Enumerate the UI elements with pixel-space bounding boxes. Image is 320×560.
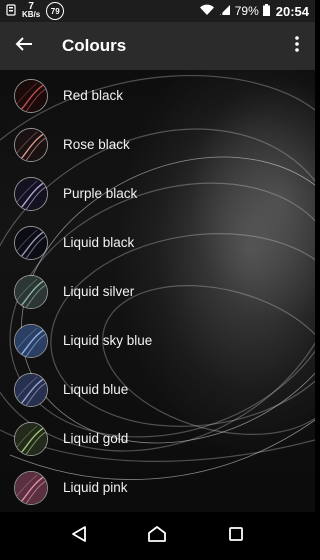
colour-label: Liquid gold <box>63 431 129 446</box>
usb-icon <box>6 3 16 19</box>
arrow-back-icon <box>15 36 33 57</box>
page-title: Colours <box>62 36 127 55</box>
colour-label: Liquid pink <box>63 480 128 495</box>
colour-swatch-liquid-silver <box>14 274 48 309</box>
nav-recents-button[interactable] <box>216 516 256 556</box>
network-speed-unit: KB/s <box>22 10 41 19</box>
colour-list: Red black Rose black Purple black Liquid… <box>0 71 315 512</box>
overflow-menu-button[interactable] <box>279 22 315 70</box>
battery-icon <box>262 3 270 19</box>
clock: 20:54 <box>275 3 309 19</box>
colour-item-liquid-sky-blue[interactable]: Liquid sky blue <box>0 316 315 365</box>
wifi-icon <box>199 4 215 19</box>
navigation-bar <box>0 512 315 560</box>
nav-home-button[interactable] <box>137 516 177 556</box>
colour-swatch-rose-black <box>14 127 48 162</box>
colour-item-liquid-pink[interactable]: Liquid pink <box>0 463 315 512</box>
more-vert-icon <box>295 35 299 57</box>
colour-item-rose-black[interactable]: Rose black <box>0 120 315 169</box>
colour-swatch-liquid-gold <box>14 421 48 456</box>
back-button[interactable] <box>0 22 48 70</box>
recents-icon <box>228 526 244 547</box>
colour-label: Red black <box>63 88 124 103</box>
colour-label: Liquid black <box>63 235 135 250</box>
nav-back-button[interactable] <box>59 516 99 556</box>
colour-swatch-liquid-black <box>14 225 48 260</box>
back-triangle-icon <box>71 525 87 548</box>
colour-swatch-red-black <box>14 78 48 113</box>
colour-swatch-purple-black <box>14 176 48 211</box>
colour-swatch-liquid-sky-blue <box>14 323 48 358</box>
colour-label: Purple black <box>63 186 138 201</box>
colour-label: Rose black <box>63 137 130 152</box>
app-bar: Colours <box>0 22 315 70</box>
colour-item-liquid-black[interactable]: Liquid black <box>0 218 315 267</box>
colour-item-purple-black[interactable]: Purple black <box>0 169 315 218</box>
colour-swatch-liquid-blue <box>14 372 48 407</box>
screen: 7 KB/s 79 79% 20:54 Colours Red black Ro… <box>0 0 315 560</box>
signal-icon <box>219 4 231 19</box>
colour-item-liquid-silver[interactable]: Liquid silver <box>0 267 315 316</box>
colour-item-liquid-gold[interactable]: Liquid gold <box>0 414 315 463</box>
colour-label: Liquid silver <box>63 284 135 299</box>
status-bar: 7 KB/s 79 79% 20:54 <box>0 0 315 22</box>
network-speed: 7 KB/s <box>22 2 41 19</box>
colour-label: Liquid blue <box>63 382 129 397</box>
home-icon <box>147 525 167 548</box>
colour-item-red-black[interactable]: Red black <box>0 71 315 120</box>
battery-percent: 79% <box>234 4 259 18</box>
notification-count: 79 <box>50 6 60 16</box>
notification-count-badge: 79 <box>46 2 65 20</box>
colour-label: Liquid sky blue <box>63 333 153 348</box>
colour-swatch-liquid-pink <box>14 470 48 505</box>
colour-item-liquid-blue[interactable]: Liquid blue <box>0 365 315 414</box>
